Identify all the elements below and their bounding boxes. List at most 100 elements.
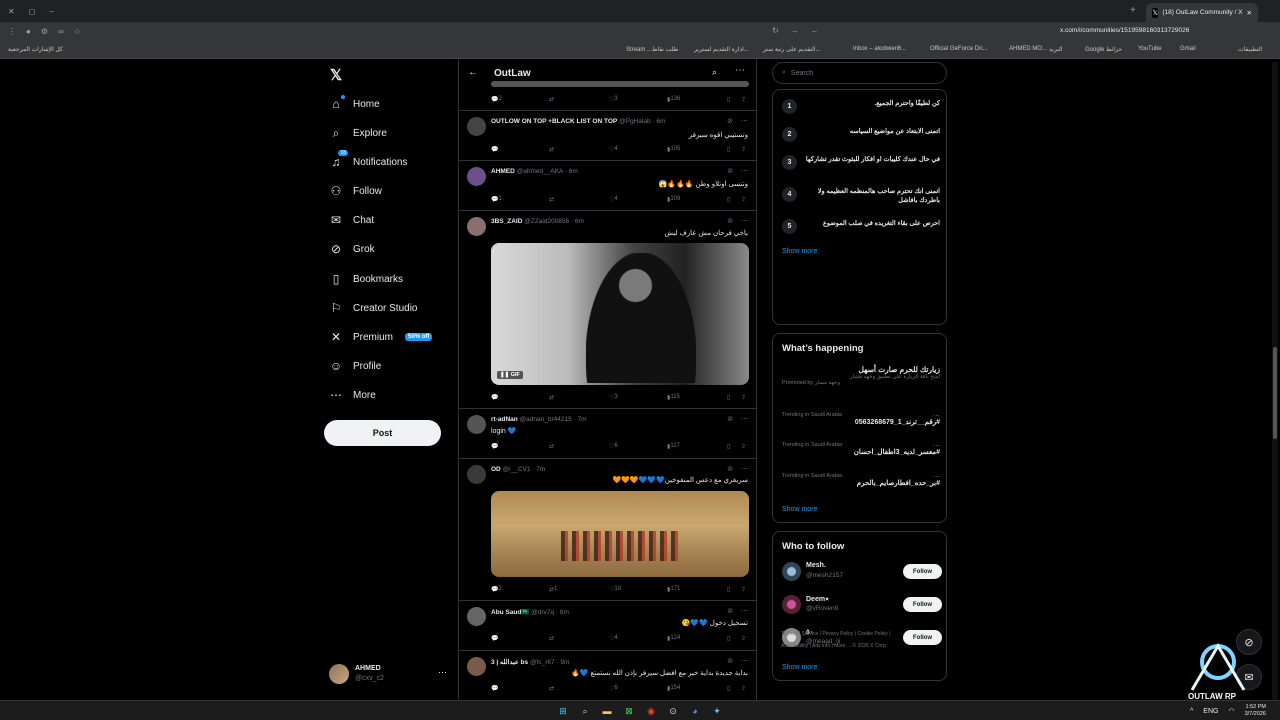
bookmark-item[interactable]: كل الإشارات المرجعية xyxy=(8,46,63,53)
tweet-tools[interactable]: ⊘ ⋯ xyxy=(727,415,748,423)
tweet-tools[interactable]: ⊘ ⋯ xyxy=(727,117,748,125)
chrome-icon[interactable]: ◉ xyxy=(644,704,658,718)
like-button[interactable]: ♡ 4 xyxy=(609,635,618,642)
views-count[interactable]: ▮ 117 xyxy=(667,443,680,450)
share-icon[interactable]: ⇪ xyxy=(741,443,746,450)
bookmark-item[interactable]: Inbox – alodwieri6... xyxy=(853,46,906,52)
bookmark-item[interactable]: Stream ...طلب نقاط xyxy=(626,46,678,53)
nav-chat[interactable]: ✉ Chat xyxy=(329,210,374,230)
bookmark-icon[interactable]: ▯ xyxy=(727,394,730,401)
back-arrow-icon[interactable]: ← xyxy=(468,67,478,78)
repost-button[interactable]: ⇄ xyxy=(549,196,554,203)
bookmark-icon[interactable]: ▯ xyxy=(727,196,730,203)
views-count[interactable]: ▮ 154 xyxy=(667,685,680,692)
scrollbar-thumb[interactable] xyxy=(1273,347,1277,439)
footer-link[interactable]: Privacy Policy xyxy=(822,631,853,637)
bookmark-item[interactable]: البريد xyxy=(1049,46,1062,53)
nav-grok[interactable]: ⊘ Grok xyxy=(329,239,375,259)
url-field[interactable]: x.com/i/communities/1519598160313729026 xyxy=(1060,27,1189,34)
follow-button[interactable]: Follow xyxy=(903,597,942,612)
share-icon[interactable]: ⇪ xyxy=(741,146,746,153)
tweet[interactable]: Abu Saud🇸🇦 @drv7q · 8m ⊘ ⋯ تسجيل دخول 💙💙😘… xyxy=(459,601,756,651)
bookmark-item[interactable]: ادارة التقديم لسترير... xyxy=(694,46,749,53)
clock[interactable]: 1:52 PM 3/7/2026 xyxy=(1245,704,1266,718)
reply-button[interactable]: 💬 2 xyxy=(491,586,502,593)
discord-icon[interactable]: ◕ xyxy=(688,704,702,718)
views-count[interactable]: ▮ 105 xyxy=(667,146,680,153)
tweet[interactable]: OD @i__CV1 · 7m ⊘ ⋯ سريفري مع دعس المنفوخ… xyxy=(459,459,756,601)
share-icon[interactable]: ⇪ xyxy=(741,196,746,203)
tweet-tools[interactable]: ⊘ ⋯ xyxy=(727,167,748,175)
tweet-tools[interactable]: ⊘ ⋯ xyxy=(727,465,748,473)
nav-profile[interactable]: ☺ Profile xyxy=(329,356,382,376)
show-more-link[interactable]: Show more xyxy=(782,664,817,671)
windows-start-icon[interactable]: ⊞ xyxy=(556,704,570,718)
new-tab-button[interactable]: + xyxy=(1130,5,1136,16)
search-box[interactable]: ⌕ Search xyxy=(772,62,947,84)
tweet[interactable]: rt-adNan @adnan_br44215 · 7m ⊘ ⋯ login 💙 … xyxy=(459,409,756,459)
reply-button[interactable]: 💬 xyxy=(491,146,498,153)
bookmark-item[interactable]: AHMED MO... xyxy=(1009,46,1047,52)
bookmark-icon[interactable]: ▯ xyxy=(727,443,730,450)
like-button[interactable]: ♡ 10 xyxy=(609,586,621,593)
repost-button[interactable]: ⇄ xyxy=(549,146,554,153)
tweet-photo[interactable] xyxy=(491,491,749,577)
bookmark-icon[interactable]: ▯ xyxy=(727,96,730,103)
reply-button[interactable]: 💬 xyxy=(491,685,498,692)
share-icon[interactable]: ⇪ xyxy=(741,685,746,692)
share-icon[interactable]: ⇪ xyxy=(741,394,746,401)
reply-button[interactable]: 💬 2 xyxy=(491,96,502,103)
more-dots-icon[interactable]: ⋯ xyxy=(735,65,745,76)
follow-suggestion[interactable]: Deem٭ @vRoven9 Follow xyxy=(782,595,942,617)
views-count[interactable]: ▮ 136 xyxy=(667,96,680,103)
post-button[interactable]: Post xyxy=(324,420,441,446)
footer-link[interactable]: Accessibility xyxy=(781,643,808,649)
nav-explore[interactable]: ⌕ Explore xyxy=(329,123,387,143)
app-icon[interactable]: ⊙ xyxy=(666,704,680,718)
folder-icon[interactable]: ▬ xyxy=(600,704,614,718)
share-icon[interactable]: ⇪ xyxy=(741,96,746,103)
reply-button[interactable]: 💬 xyxy=(491,443,498,450)
views-count[interactable]: ▮ 171 xyxy=(667,586,680,593)
share-icon[interactable]: ⇪ xyxy=(741,635,746,642)
nav-follow[interactable]: ⚇ Follow xyxy=(329,181,382,201)
tweet-tools[interactable]: ⊘ ⋯ xyxy=(727,657,748,665)
like-button[interactable]: ♡ 6 xyxy=(609,443,618,450)
bookmark-item[interactable]: Gmail xyxy=(1180,46,1196,52)
bookmark-item[interactable]: Google خرائط xyxy=(1085,46,1122,53)
tweet[interactable]: AHMED @ahmed__AKA · 6m ⊘ ⋯ وتنسى اوتلاو و… xyxy=(459,161,756,211)
views-count[interactable]: ▮ 109 xyxy=(667,196,680,203)
search-icon[interactable]: ⌕ xyxy=(578,704,592,718)
nav-more[interactable]: ⋯ More xyxy=(329,385,376,405)
tweet-gif[interactable]: ❚❚ GIF xyxy=(491,243,749,385)
browser-tab[interactable]: 𝕏 (18) OutLaw Community / X ✕ xyxy=(1146,3,1258,22)
nav-bookmarks[interactable]: ▯ Bookmarks xyxy=(329,269,403,289)
steam-icon[interactable]: ✦ xyxy=(710,704,724,718)
xbox-icon[interactable]: ⊠ xyxy=(622,704,636,718)
browser-toolbar-icons[interactable]: ⋮ ● ⚙ ∞ ☆ xyxy=(0,27,81,36)
repost-button[interactable]: ⇄ xyxy=(549,635,554,642)
tweet-tools[interactable]: ⊘ ⋯ xyxy=(727,217,748,225)
search-input[interactable]: Search xyxy=(791,70,813,77)
footer-link[interactable]: Ads info xyxy=(812,643,830,649)
like-button[interactable]: ♡ 3 xyxy=(609,394,618,401)
repost-button[interactable]: ⇄ xyxy=(549,443,554,450)
views-count[interactable]: ▮ 124 xyxy=(667,635,680,642)
promoted-trend[interactable]: زيارتك للحرم صارت أسهل امنح باقة الزيارة… xyxy=(782,365,940,386)
like-button[interactable]: ♡ 6 xyxy=(609,685,618,692)
trend-item[interactable]: ⋯ Trending in Saudi Arabia #رقم__ترند_1_05… xyxy=(782,412,940,426)
window-controls[interactable]: ✕ ◻ – xyxy=(0,7,54,16)
like-button[interactable]: ♡ 4 xyxy=(609,196,618,203)
browser-nav-buttons[interactable]: ↻ → ← xyxy=(772,26,948,35)
share-icon[interactable]: ⇪ xyxy=(741,586,746,593)
reply-button[interactable]: 💬 1 xyxy=(491,196,502,203)
tweet[interactable]: 💬 2 ⇄ ♡ 3 ▮ 136 ▯ ⇪ xyxy=(459,81,756,111)
nav-home[interactable]: ⌂ Home xyxy=(329,94,380,114)
chevron-up-icon[interactable]: ^ xyxy=(1190,708,1193,715)
tweet[interactable]: 3BS_ZAID @ZZaid200856 · 6m ⊘ ⋯ ياخي فرحان… xyxy=(459,211,756,409)
bookmark-item[interactable]: YouTube xyxy=(1138,46,1162,52)
repost-button[interactable]: ⇄ xyxy=(549,96,554,103)
follow-suggestion[interactable]: Mesh. @mesh2157 Follow xyxy=(782,562,942,584)
trend-item[interactable]: ⋯ Trending in Saudi Arabia #بر_حده_افطارصا… xyxy=(782,473,940,487)
tab-close-icon[interactable]: ✕ xyxy=(1247,9,1252,17)
